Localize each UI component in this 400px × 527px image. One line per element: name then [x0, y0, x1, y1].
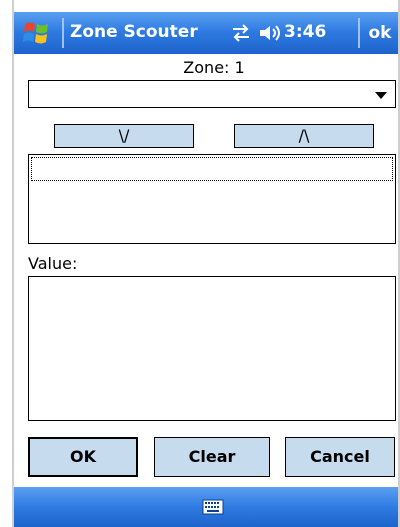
clock[interactable]: 3:46: [284, 22, 326, 42]
title-bar: Zone Scouter 3:46 ok: [14, 12, 398, 54]
device-screen: Zone Scouter 3:46 ok Zone: 1 \/ /\ Value…: [0, 0, 400, 527]
keyboard-icon[interactable]: [202, 499, 224, 515]
ok-button[interactable]: OK: [28, 437, 138, 477]
zone-list[interactable]: [28, 154, 396, 244]
menu-bar: [14, 487, 398, 527]
chevron-down-icon[interactable]: [375, 92, 387, 99]
value-label: Value:: [28, 254, 78, 273]
clear-button[interactable]: Clear: [154, 437, 270, 477]
value-textarea[interactable]: [28, 276, 396, 421]
left-edge: [0, 0, 14, 527]
title-ok-button[interactable]: ok: [358, 18, 400, 48]
move-up-button[interactable]: /\: [234, 124, 374, 148]
list-item[interactable]: [31, 157, 393, 181]
zone-dropdown[interactable]: [28, 80, 396, 108]
app-title: Zone Scouter: [70, 22, 198, 42]
speaker-icon[interactable]: [258, 24, 282, 42]
connectivity-icon[interactable]: [230, 24, 252, 42]
move-down-button[interactable]: \/: [54, 124, 194, 148]
cancel-button[interactable]: Cancel: [285, 437, 395, 477]
zone-label: Zone: 1: [183, 58, 245, 77]
title-separator: [62, 18, 64, 48]
windows-start-icon[interactable]: [22, 18, 52, 48]
